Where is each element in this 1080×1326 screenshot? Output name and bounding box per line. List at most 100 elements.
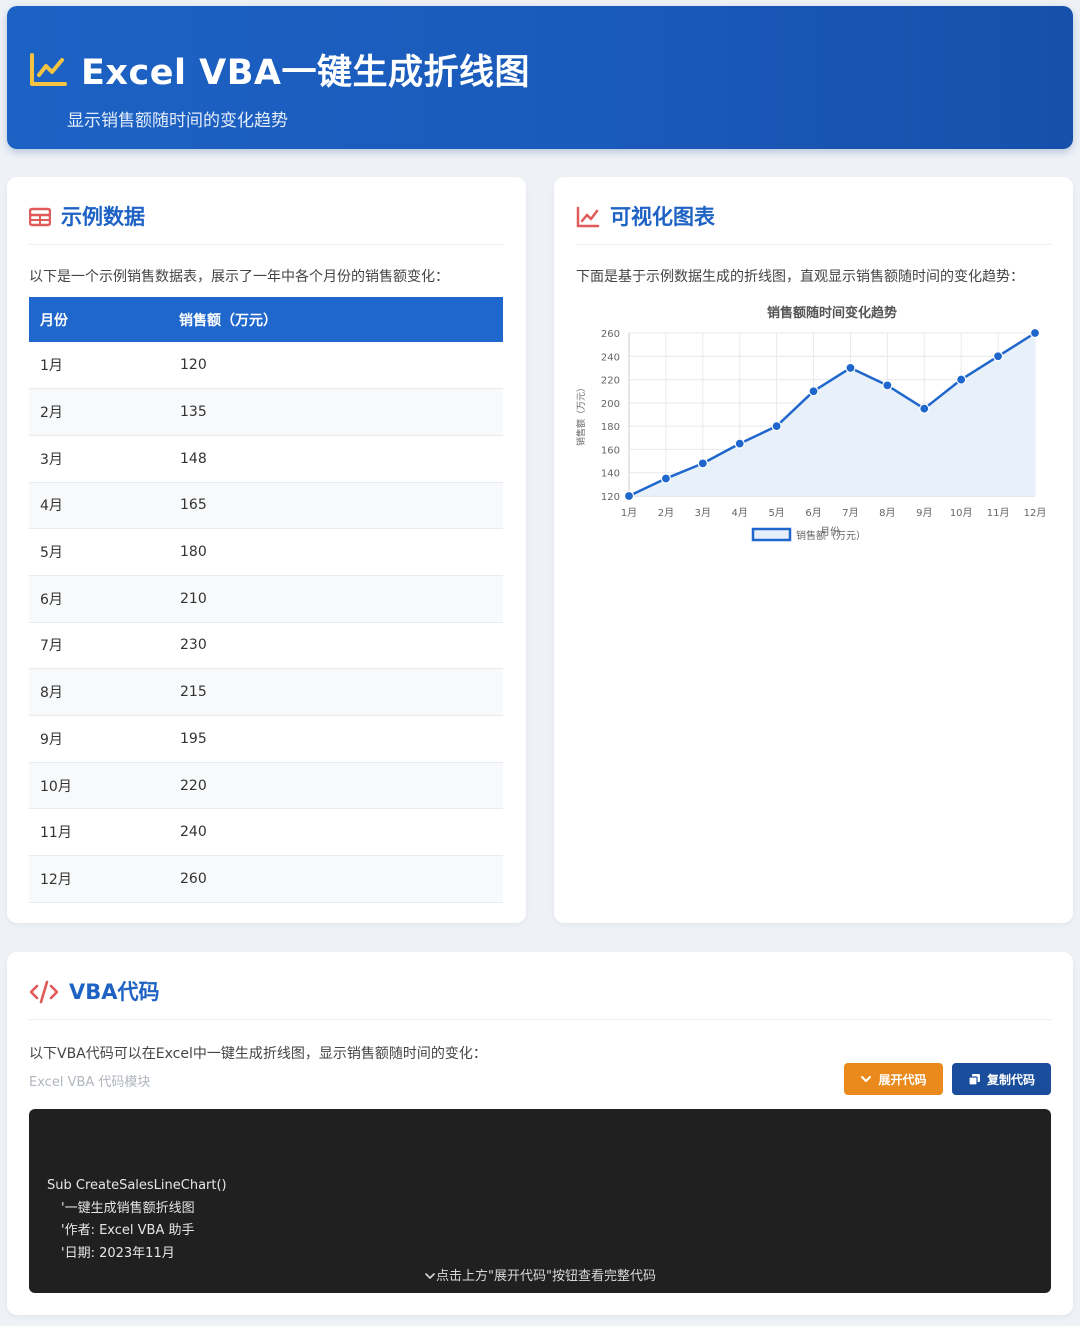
data-point [919, 403, 930, 414]
table-row: 10月 220 [29, 762, 503, 810]
table-row: 7月 230 [29, 622, 503, 670]
x-tick-label: 6月 [805, 507, 821, 519]
expand-code-button[interactable]: 展开代码 [844, 1063, 943, 1095]
x-tick-label: 12月 [1024, 507, 1047, 519]
cell-sales: 230 [169, 622, 503, 670]
code-lines: Sub CreateSalesLineChart() '一键生成销售额折线图 '… [47, 1175, 227, 1265]
cell-month: 6月 [29, 575, 169, 623]
code-line: '作者: Excel VBA 助手 [61, 1223, 195, 1238]
cell-month: 5月 [29, 528, 169, 576]
y-tick-label: 120 [601, 492, 620, 503]
y-tick-label: 260 [601, 329, 620, 340]
expand-hint-text: 点击上方"展开代码"按钮查看完整代码 [436, 1269, 656, 1284]
y-tick-label: 180 [601, 422, 620, 433]
vba-code-card: VBA代码 以下VBA代码可以在Excel中一键生成折线图，显示销售额随时间的变… [7, 952, 1073, 1315]
page-title: Excel VBA一键生成折线图 [81, 53, 531, 93]
x-tick-label: 3月 [695, 507, 711, 519]
cell-sales: 220 [169, 762, 503, 810]
table-row: 8月 215 [29, 668, 503, 716]
table-row: 3月 148 [29, 435, 503, 483]
data-point [845, 362, 856, 374]
sales-table: 月份 销售额（万元） 1月 120 2月 135 3月 148 4月 165 5月 180 6月 21… [29, 297, 503, 903]
chart-section-title: 可视化图表 [610, 205, 715, 229]
legend-label: 销售额（万元） [796, 529, 866, 542]
data-point [808, 386, 819, 397]
data-point [660, 473, 672, 484]
cell-month: 10月 [29, 762, 169, 810]
cell-sales: 180 [169, 528, 503, 576]
table-row: 5月 180 [29, 528, 503, 576]
vba-code-title: VBA代码 [69, 980, 160, 1004]
data-point [771, 421, 782, 432]
cell-sales: 215 [169, 668, 503, 716]
table-row: 1月 120 [29, 342, 503, 390]
chevron-down-icon [425, 1273, 435, 1279]
x-tick-label: 5月 [768, 507, 784, 519]
x-tick-label: 7月 [842, 507, 858, 519]
x-tick-label: 4月 [732, 507, 748, 519]
expand-code-label: 展开代码 [878, 1072, 927, 1087]
copy-code-button[interactable]: 复制代码 [952, 1063, 1051, 1095]
x-tick-label: 9月 [916, 507, 932, 519]
cell-month: 11月 [29, 808, 169, 857]
chart-header: 可视化图表 [576, 203, 1051, 245]
code-module-label: Excel VBA 代码模块 [29, 1075, 151, 1090]
y-tick-label: 240 [601, 352, 620, 363]
cell-sales: 210 [169, 575, 503, 623]
table-row: 6月 210 [29, 575, 503, 623]
page-header: Excel VBA一键生成折线图 显示销售额随时间的变化趋势 [7, 6, 1073, 149]
line-chart-icon [30, 52, 67, 86]
header-title-row: Excel VBA一键生成折线图 [29, 44, 530, 95]
column-header-month: 月份 [29, 297, 169, 342]
sample-data-card: 示例数据 以下是一个示例销售数据表，展示了一年中各个月份的销售额变化： 月份 销… [7, 177, 526, 923]
cell-month: 2月 [29, 388, 169, 436]
cell-month: 8月 [29, 668, 169, 716]
y-tick-label: 140 [601, 469, 620, 480]
line-chart-icon [576, 206, 600, 228]
code-line: '日期: 2023年11月 [61, 1245, 175, 1261]
sample-data-title: 示例数据 [61, 205, 145, 229]
copy-icon [968, 1073, 980, 1086]
table-icon [29, 207, 51, 227]
vba-code-description: 以下VBA代码可以在Excel中一键生成折线图，显示销售额随时间的变化： [29, 1046, 487, 1062]
code-block[interactable]: Sub CreateSalesLineChart() '一键生成销售额折线图 '… [29, 1109, 1051, 1293]
chevron-down-icon [861, 1076, 872, 1082]
y-tick-label: 160 [601, 445, 620, 456]
copy-code-label: 复制代码 [986, 1072, 1035, 1087]
table-row: 11月 240 [29, 808, 503, 857]
page-subtitle: 显示销售额随时间的变化趋势 [67, 111, 288, 131]
expand-hint[interactable]: 点击上方"展开代码"按钮查看完整代码 [29, 1265, 1051, 1284]
cell-month: 7月 [29, 622, 169, 670]
line-chart-svg: 销售额随时间变化趋势 120 140 160 180 200 220 240 260 1月 2月 3月… [575, 305, 1047, 542]
legend-swatch [751, 527, 792, 542]
vba-code-header: VBA代码 [29, 978, 1051, 1020]
code-icon [29, 980, 59, 1004]
cell-month: 4月 [29, 482, 169, 530]
cell-sales: 148 [169, 435, 503, 483]
cell-sales: 195 [169, 715, 503, 763]
sample-data-description: 以下是一个示例销售数据表，展示了一年中各个月份的销售额变化： [29, 269, 449, 285]
data-point [992, 351, 1004, 362]
cell-month: 3月 [29, 435, 169, 483]
x-tick-label: 1月 [621, 507, 637, 519]
cell-sales: 165 [169, 482, 503, 530]
y-axis-label: 销售额（万元） [575, 383, 587, 446]
x-tick-label: 2月 [658, 507, 674, 519]
sample-data-header: 示例数据 [29, 203, 504, 245]
data-point [1029, 327, 1041, 339]
cell-sales: 120 [169, 342, 503, 390]
cell-sales: 240 [169, 808, 503, 857]
code-line: '一键生成销售额折线图 [61, 1200, 195, 1216]
data-point [956, 374, 967, 385]
series-area [629, 333, 1035, 496]
line-chart: 销售额随时间变化趋势 120 140 160 180 200 220 240 260 1月 2月 3月… [572, 297, 1056, 577]
y-tick-label: 200 [601, 399, 620, 410]
data-point [882, 380, 893, 391]
chart-title: 销售额随时间变化趋势 [767, 305, 897, 321]
column-header-sales: 销售额（万元） [169, 297, 503, 342]
cell-sales: 135 [169, 388, 503, 436]
chart-description: 下面是基于示例数据生成的折线图，直观显示销售额随时间的变化趋势： [576, 269, 1024, 285]
cell-month: 1月 [29, 342, 169, 390]
data-point [697, 458, 708, 469]
cell-month: 12月 [29, 855, 169, 903]
